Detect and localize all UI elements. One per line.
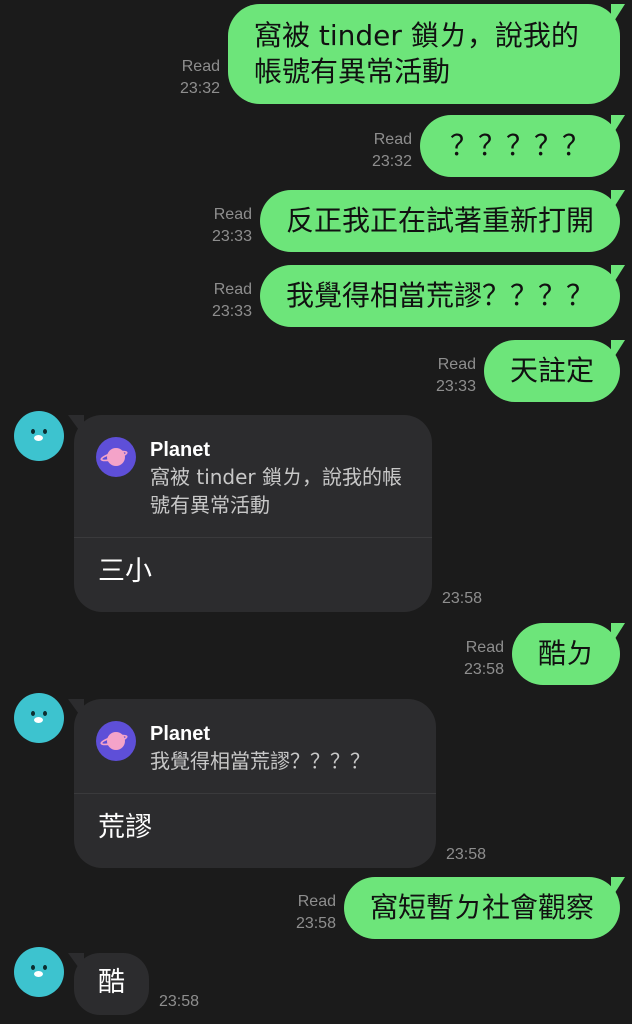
message-bubble[interactable]: 酷 [74,953,149,1015]
message-bubble[interactable]: 我覺得相當荒謬？？？？ [259,265,620,327]
planet-icon [96,721,136,761]
bear-avatar-icon[interactable] [14,693,64,743]
message-time: 23:33 [211,228,252,245]
message-bubble[interactable]: ？？？？？ [419,115,620,177]
reply-sender: Planet [150,439,211,461]
bear-avatar-icon[interactable] [14,947,64,997]
message-text: ？？？？？ [449,129,590,162]
message-time: 23:32 [371,153,412,170]
message-time: 23:58 [442,590,483,607]
message-time: 23:58 [446,846,487,863]
message-text: 三小 [98,556,152,587]
read-status: Read [437,356,476,373]
read-status: Read [373,131,412,148]
reply-text: 我覺得相當荒謬？？？？ [150,749,370,773]
message-text: 酷 [98,967,125,998]
message-time: 23:33 [211,303,252,320]
outgoing-message[interactable]: Read 23:58 窩短暫ㄉ社會觀察 [296,877,620,939]
read-status: Read [297,893,336,910]
message-meta: Read 23:58 [464,637,504,681]
message-time: 23:58 [159,993,200,1010]
outgoing-message[interactable]: Read 23:58 酷ㄉ [464,623,620,685]
reply-quote[interactable]: Planet 我覺得相當荒謬？？？？ [74,699,436,794]
reply-sender: Planet [150,723,211,745]
message-bubble[interactable]: 窩短暫ㄉ社會觀察 [343,877,620,939]
message-text: 反正我正在試著重新打開 [285,204,594,237]
read-status: Read [465,639,504,656]
message-meta: Read 23:32 [372,129,412,173]
message-meta: Read 23:33 [212,279,252,323]
message-text: 窩短暫ㄉ社會觀察 [369,891,594,924]
message-time: 23:32 [179,80,220,97]
message-bubble[interactable]: 反正我正在試著重新打開 [259,190,620,252]
outgoing-message[interactable]: Read 23:32 ？？？？？ [372,115,620,177]
planet-icon [96,437,136,477]
incoming-message[interactable]: Planet 我覺得相當荒謬？？？？ 荒謬 23:58 [74,699,486,868]
outgoing-message[interactable]: Read 23:33 反正我正在試著重新打開 [212,190,620,252]
outgoing-message[interactable]: Read 23:32 窩被 tinder 鎖ㄌ，說我的帳號有異常活動 [180,4,620,104]
message-bubble[interactable]: Planet 窩被 tinder 鎖ㄌ，說我的帳號有異常活動 三小 [74,415,432,612]
message-meta: Read 23:33 [212,204,252,248]
reply-quote[interactable]: Planet 窩被 tinder 鎖ㄌ，說我的帳號有異常活動 [74,415,432,538]
reply-text: 窩被 tinder 鎖ㄌ，說我的帳號有異常活動 [150,465,403,517]
message-meta: Read 23:58 [296,891,336,935]
message-bubble[interactable]: 窩被 tinder 鎖ㄌ，說我的帳號有異常活動 [228,4,620,104]
message-meta: Read 23:32 [180,56,220,100]
message-bubble[interactable]: Planet 我覺得相當荒謬？？？？ 荒謬 [74,699,436,868]
read-status: Read [213,281,252,298]
message-text: 窩被 tinder 鎖ㄌ，說我的帳號有異常活動 [254,19,579,88]
incoming-message[interactable]: Planet 窩被 tinder 鎖ㄌ，說我的帳號有異常活動 三小 23:58 [74,415,482,612]
outgoing-message[interactable]: Read 23:33 天註定 [436,340,620,402]
outgoing-message[interactable]: Read 23:33 我覺得相當荒謬？？？？ [212,265,620,327]
message-time: 23:58 [463,661,504,678]
message-text: 荒謬 [98,812,152,843]
message-meta: Read 23:33 [436,354,476,398]
message-text: 酷ㄉ [537,637,594,670]
message-time: 23:58 [295,915,336,932]
read-status: Read [213,206,252,223]
bear-avatar-icon[interactable] [14,411,64,461]
read-status: Read [181,58,220,75]
message-bubble[interactable]: 天註定 [483,340,620,402]
message-bubble[interactable]: 酷ㄉ [511,623,620,685]
message-time: 23:33 [435,378,476,395]
message-text: 我覺得相當荒謬？？？？ [285,279,594,312]
incoming-message[interactable]: 酷 23:58 [74,953,199,1015]
message-text: 天註定 [509,354,594,387]
